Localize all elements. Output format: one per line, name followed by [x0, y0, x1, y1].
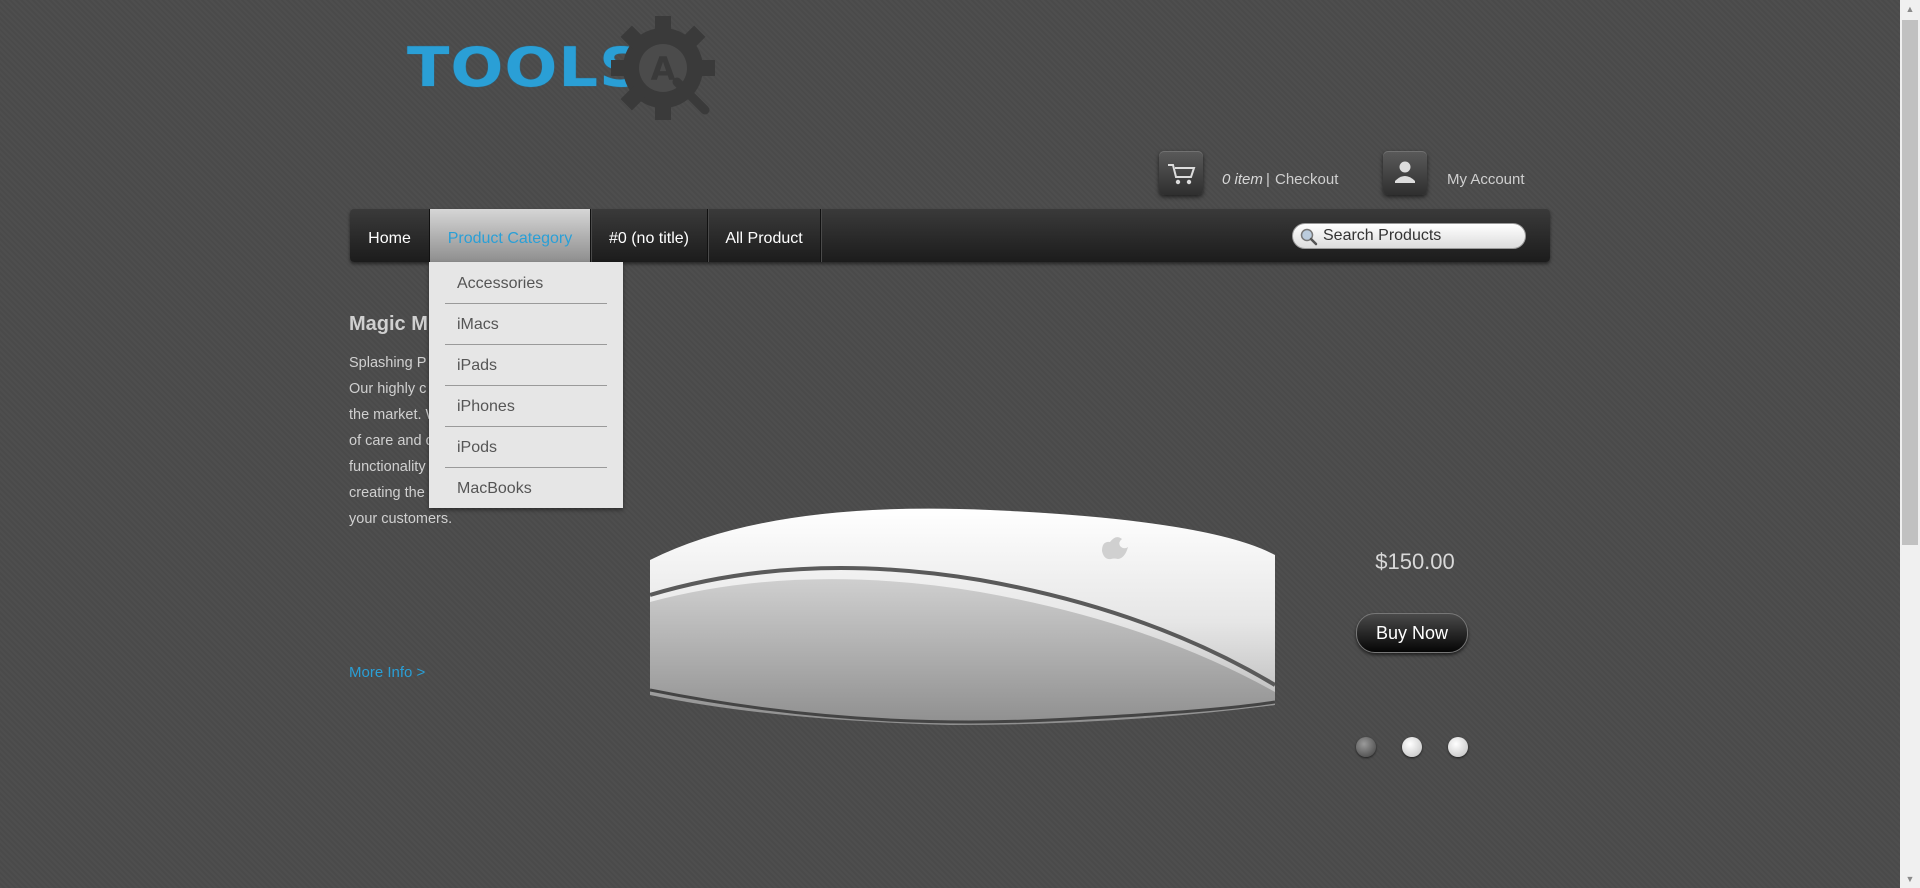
my-account-link[interactable]: My Account: [1447, 171, 1525, 188]
svg-text:A: A: [651, 50, 676, 88]
dropdown-item-imacs[interactable]: iMacs: [445, 305, 607, 345]
dropdown-item-ipads[interactable]: iPads: [445, 346, 607, 386]
checkout-link[interactable]: Checkout: [1275, 171, 1338, 188]
product-image: [650, 508, 1275, 725]
cart-count: 0 item: [1222, 171, 1263, 188]
search-icon: [1300, 228, 1318, 246]
site-logo[interactable]: TOOLS A: [405, 10, 725, 125]
slide-dot-3[interactable]: [1448, 737, 1468, 757]
category-dropdown: Accessories iMacs iPads iPhones iPods Ma…: [429, 262, 623, 508]
dropdown-item-macbooks[interactable]: MacBooks: [445, 469, 607, 509]
cart-button[interactable]: [1159, 151, 1203, 195]
nav-product-category[interactable]: Product Category: [430, 209, 591, 262]
dropdown-item-accessories[interactable]: Accessories: [445, 264, 607, 304]
nav-no-title[interactable]: #0 (no title): [591, 209, 708, 262]
nav-home[interactable]: Home: [350, 209, 430, 262]
search-input[interactable]: [1323, 225, 1518, 247]
cart-icon: [1168, 164, 1196, 185]
feature-title: Magic M: [349, 313, 428, 335]
more-info-link[interactable]: More Info >: [349, 664, 425, 681]
slide-dot-1[interactable]: [1356, 737, 1376, 757]
user-icon: [1395, 161, 1415, 183]
product-price: $150.00: [1375, 549, 1455, 574]
scroll-down-icon[interactable]: ▼: [1900, 870, 1920, 888]
gear-icon: A: [611, 16, 715, 120]
buy-now-button[interactable]: Buy Now: [1356, 613, 1468, 653]
slide-dot-2[interactable]: [1402, 737, 1422, 757]
scrollbar-thumb[interactable]: [1902, 20, 1918, 545]
header-separator: |: [1266, 171, 1270, 188]
scroll-up-icon[interactable]: ▲: [1900, 0, 1920, 18]
account-button[interactable]: [1383, 151, 1427, 195]
dropdown-item-iphones[interactable]: iPhones: [445, 387, 607, 427]
dropdown-item-ipods[interactable]: iPods: [445, 428, 607, 468]
nav-all-product[interactable]: All Product: [708, 209, 821, 262]
